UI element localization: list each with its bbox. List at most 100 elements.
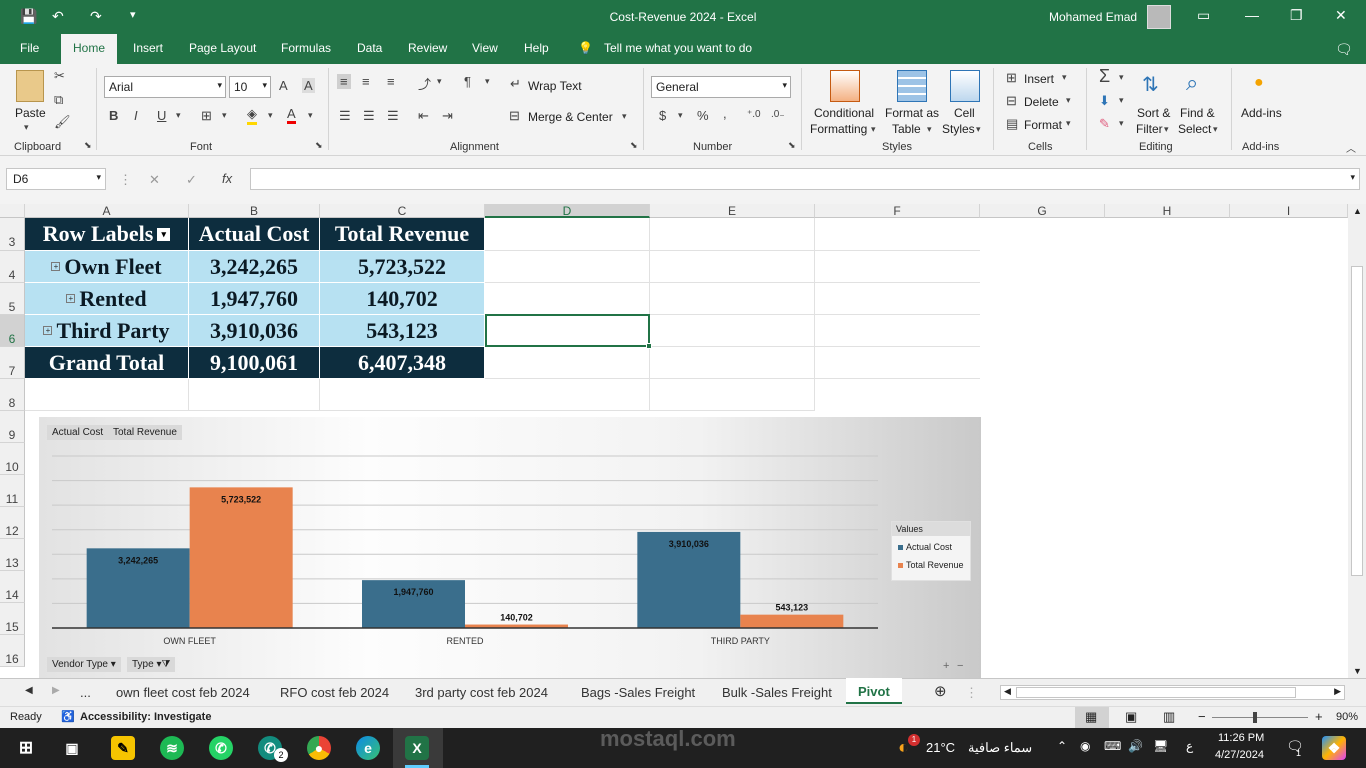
borders-dropdown-icon[interactable]: ▾: [222, 110, 227, 121]
pivot-cell-revenue[interactable]: 140,702: [320, 283, 485, 315]
orientation-icon[interactable]: ⤴: [418, 74, 431, 93]
normal-view-icon[interactable]: ▦: [1085, 709, 1097, 725]
scroll-down-icon[interactable]: ▼: [1353, 666, 1362, 676]
chrome-icon[interactable]: ●: [307, 736, 331, 760]
clock-date[interactable]: 4/27/2024: [1215, 749, 1264, 761]
number-format-select[interactable]: General ▾: [651, 76, 791, 98]
horizontal-scrollbar[interactable]: ◀ ▶: [1000, 685, 1345, 700]
sticky-notes-icon[interactable]: ✎: [111, 736, 135, 760]
chart-axis-button-vendor-type[interactable]: Vendor Type ▾: [47, 657, 121, 672]
scroll-up-icon[interactable]: ▲: [1353, 206, 1362, 216]
pivot-row-label[interactable]: + Rented: [25, 283, 189, 315]
percent-button[interactable]: %: [697, 108, 709, 123]
underline-button[interactable]: U: [157, 108, 166, 123]
active-cell-d6[interactable]: [485, 314, 652, 349]
zoom-level[interactable]: 90%: [1336, 711, 1358, 723]
font-color-icon[interactable]: A: [287, 106, 296, 124]
zoom-out-icon[interactable]: −: [1198, 709, 1206, 724]
scroll-left-icon[interactable]: ◀: [1004, 686, 1011, 697]
cut-icon[interactable]: ✂: [54, 68, 65, 84]
middle-align-icon[interactable]: ≡: [362, 74, 370, 89]
weather-condition[interactable]: سماء صافية: [968, 740, 1032, 756]
alignment-launcher-icon[interactable]: ⬊: [630, 140, 638, 151]
cell-styles-dropdown-icon[interactable]: ▾: [976, 124, 981, 135]
delete-cells-button[interactable]: Delete: [1024, 95, 1059, 109]
column-header-i[interactable]: I: [1230, 204, 1348, 218]
pivot-cell-cost[interactable]: 1,947,760: [189, 283, 320, 315]
sheet-tab[interactable]: RFO cost feb 2024: [280, 685, 389, 700]
pivot-row-label[interactable]: + Own Fleet: [25, 251, 189, 283]
row-header-5[interactable]: 5: [0, 283, 25, 315]
chart-legend[interactable]: Values Actual Cost Total Revenue: [891, 521, 971, 581]
row-header-7[interactable]: 7: [0, 347, 25, 379]
formula-bar-splitter-icon[interactable]: ⋮: [119, 172, 132, 188]
clock-time[interactable]: 11:26 PM: [1218, 732, 1264, 744]
pivot-cell-cost[interactable]: 3,242,265: [189, 251, 320, 283]
column-header-h[interactable]: H: [1105, 204, 1230, 218]
row-header-14[interactable]: 14: [0, 571, 25, 603]
format-painter-icon[interactable]: 🖌: [54, 114, 71, 130]
orientation-dropdown-icon[interactable]: ▾: [437, 76, 442, 87]
expand-field-icon[interactable]: +: [943, 660, 949, 672]
user-name[interactable]: Mohamed Emad: [1049, 10, 1137, 24]
align-center-icon[interactable]: ☰: [363, 108, 375, 124]
number-launcher-icon[interactable]: ⬊: [788, 140, 796, 151]
previous-sheet-icon[interactable]: ◀: [25, 685, 33, 696]
add-ins-button[interactable]: Add-ins: [1241, 106, 1282, 120]
tab-file[interactable]: File: [20, 41, 39, 55]
next-sheet-icon[interactable]: ▶: [52, 685, 60, 696]
fill-color-dropdown-icon[interactable]: ▾: [268, 110, 273, 121]
align-right-icon[interactable]: ☰: [387, 108, 399, 124]
windows-start-icon[interactable]: ⊞: [14, 736, 38, 760]
pivot-cell-cost[interactable]: 3,910,036: [189, 315, 320, 347]
currency-dropdown-icon[interactable]: ▾: [678, 110, 683, 121]
tell-me-search[interactable]: Tell me what you want to do: [604, 41, 752, 55]
tab-help[interactable]: Help: [524, 41, 549, 55]
find-dropdown-icon[interactable]: ▾: [1213, 124, 1218, 135]
align-left-icon[interactable]: ☰: [339, 108, 351, 124]
tab-splitter-icon[interactable]: ⋮: [965, 685, 978, 701]
row-header-4[interactable]: 4: [0, 251, 25, 283]
clear-dropdown-icon[interactable]: ▾: [1119, 118, 1124, 129]
tab-insert[interactable]: Insert: [133, 41, 163, 55]
pivot-cell-revenue[interactable]: 5,723,522: [320, 251, 485, 283]
autosum-button[interactable]: Σ: [1099, 66, 1110, 87]
sheet-tab-active[interactable]: Pivot: [846, 678, 902, 704]
pivot-row-label[interactable]: + Third Party: [25, 315, 189, 347]
column-header-c[interactable]: C: [320, 204, 485, 218]
volume-icon[interactable]: 🔊: [1128, 739, 1143, 753]
insert-dropdown-icon[interactable]: ▾: [1062, 72, 1067, 83]
copilot-icon[interactable]: ❖: [1322, 736, 1346, 760]
expand-icon[interactable]: +: [66, 294, 76, 303]
page-layout-view-icon[interactable]: ▣: [1125, 709, 1137, 725]
zoom-in-icon[interactable]: +: [1315, 709, 1323, 724]
increase-decimal-icon[interactable]: ⁺.0: [747, 109, 761, 120]
format-as-table-label-2[interactable]: Table: [892, 122, 921, 136]
accessibility-status[interactable]: Accessibility: Investigate: [80, 711, 211, 723]
format-dropdown-icon[interactable]: ▾: [1066, 118, 1071, 129]
increase-indent-icon[interactable]: ⇥: [442, 108, 453, 124]
format-table-dropdown-icon[interactable]: ▾: [927, 124, 932, 135]
paste-button[interactable]: Paste: [15, 106, 46, 120]
whatsapp-icon[interactable]: ✆: [209, 736, 233, 760]
scroll-right-icon[interactable]: ▶: [1334, 686, 1341, 697]
scroll-thumb[interactable]: [1351, 266, 1363, 576]
cancel-button[interactable]: ✕: [149, 172, 160, 188]
find-select-label-1[interactable]: Find &: [1180, 106, 1215, 120]
ribbon-display-icon[interactable]: ▭: [1197, 7, 1210, 24]
italic-button[interactable]: I: [134, 108, 138, 123]
delete-dropdown-icon[interactable]: ▾: [1066, 95, 1071, 106]
column-header-d[interactable]: D: [485, 204, 650, 218]
new-sheet-icon[interactable]: ⊕: [934, 682, 947, 700]
tab-data[interactable]: Data: [357, 41, 382, 55]
formula-input[interactable]: ▾: [250, 168, 1360, 190]
network-icon[interactable]: 🖥: [1153, 739, 1168, 753]
excel-icon[interactable]: X: [405, 736, 429, 760]
comments-icon[interactable]: 🗨: [1335, 41, 1353, 58]
expand-icon[interactable]: +: [51, 262, 61, 271]
filter-dropdown-icon[interactable]: ▾: [157, 227, 171, 241]
clipboard-launcher-icon[interactable]: ⬊: [84, 140, 92, 151]
avatar[interactable]: [1147, 5, 1171, 29]
zoom-slider-thumb[interactable]: [1253, 712, 1257, 723]
conditional-formatting-label-1[interactable]: Conditional: [814, 106, 874, 120]
